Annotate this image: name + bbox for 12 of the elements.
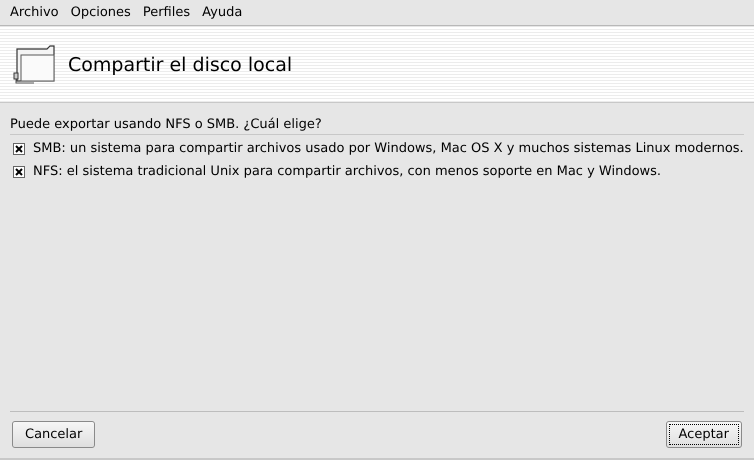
menu-item[interactable]: Perfiles [136,5,196,20]
question-text: Puede exportar usando NFS o SMB. ¿Cuál elige? [10,117,744,135]
menu-item[interactable]: Ayuda [196,5,248,20]
cancel-button[interactable]: Cancelar [12,421,96,448]
option-label: SMB: un sistema para compartir archivos usado por Windows, Mac OS X y muchos sistemas Linux modernos. [33,141,744,156]
checkbox[interactable] [13,142,25,154]
option-label: NFS: el sistema tradicional Unix para compartir archivos, con menos soporte en Mac y Windows. [33,164,662,179]
menu-item[interactable]: Archivo [4,5,65,20]
menu-item[interactable]: Opciones [64,5,137,20]
checkbox[interactable] [13,166,25,178]
accept-button[interactable]: Aceptar [666,421,742,448]
dialog-title: Compartir el disco local [68,54,292,76]
